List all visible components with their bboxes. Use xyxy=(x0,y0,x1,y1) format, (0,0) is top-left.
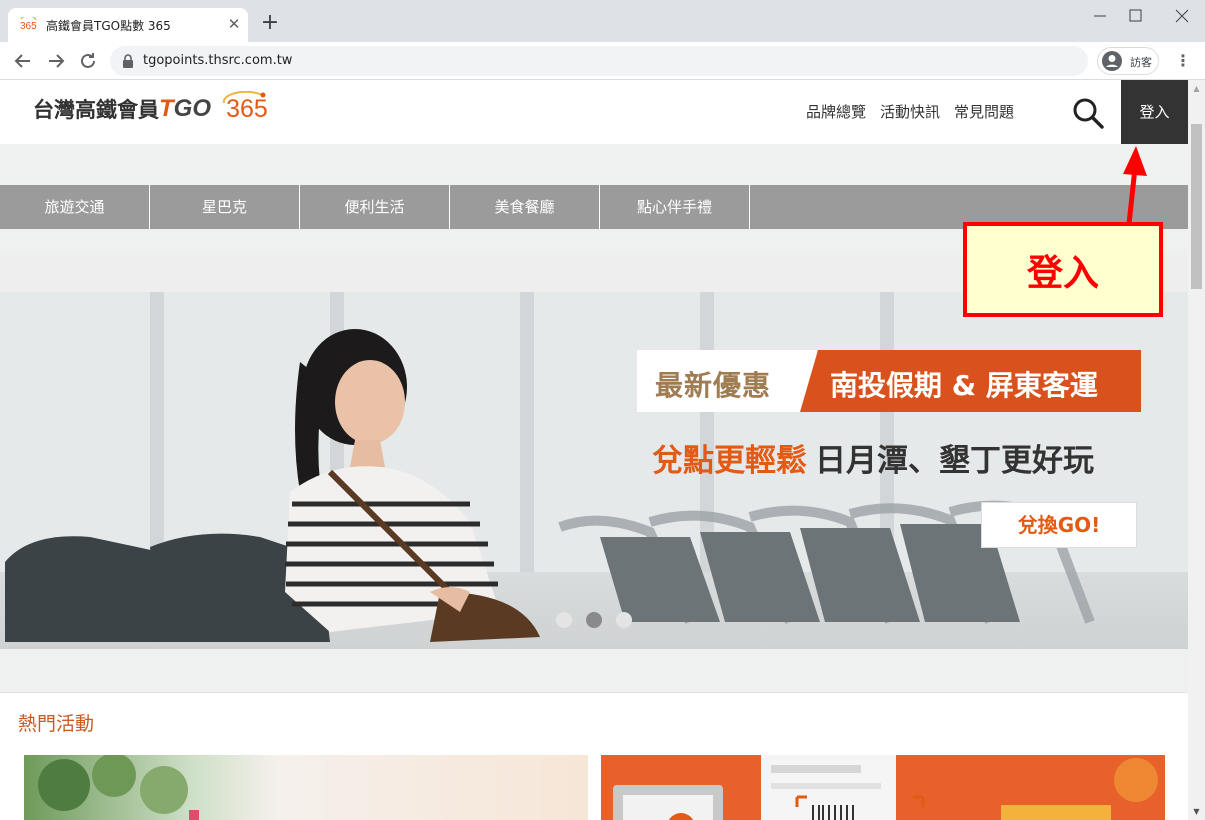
annotation-text: 登入 xyxy=(1026,253,1099,294)
logo-go-text: GO xyxy=(173,95,212,122)
promo-subtitle: 兌點更輕鬆 日月潭、墾丁更好玩 xyxy=(652,435,1094,480)
forward-arrow-icon[interactable] xyxy=(44,49,68,73)
login-button[interactable]: 登入 xyxy=(1121,80,1188,144)
page-viewport: 台灣高鐵會員TGO 365 品牌總覽 活動快訊 常見問題 登入 旅遊交通 星巴克 便… xyxy=(0,80,1205,820)
redeem-go-button[interactable]: 兌換GO! xyxy=(981,502,1137,548)
new-tab-icon[interactable]: + xyxy=(258,12,282,36)
top-nav: 品牌總覽 活動快訊 常見問題 xyxy=(806,101,1028,122)
close-window-icon[interactable] xyxy=(1162,4,1202,28)
nav-faq[interactable]: 常見問題 xyxy=(954,103,1014,121)
reload-icon[interactable] xyxy=(76,49,100,73)
nav-events[interactable]: 活動快訊 xyxy=(880,103,940,121)
url-text: tgopoints.thsrc.com.tw xyxy=(143,53,293,68)
promo-tag-text: 最新優惠 xyxy=(655,369,772,402)
activity-card[interactable] xyxy=(24,755,588,820)
guest-avatar-icon xyxy=(1102,51,1122,71)
back-arrow-icon[interactable] xyxy=(11,49,35,73)
favicon-text: 365 xyxy=(20,21,37,32)
carousel-dot-active[interactable] xyxy=(586,612,602,628)
promo-subtitle-rest: 日月潭、墾丁更好玩 xyxy=(815,443,1094,479)
tab-title: 高鐵會員TGO點數 365 xyxy=(46,19,171,33)
logo-swoosh-icon xyxy=(222,90,266,103)
scroll-up-arrow-icon[interactable]: ▲ xyxy=(1188,80,1205,97)
scrollbar-thumb[interactable] xyxy=(1191,124,1202,289)
promo-headline: 南投假期 & 屏東客運 xyxy=(800,350,1141,412)
site-favicon-icon: 365 xyxy=(20,17,37,32)
promo-tag: 最新優惠 xyxy=(637,350,817,412)
scroll-down-arrow-icon[interactable]: ▼ xyxy=(1188,803,1205,820)
category-travel[interactable]: 旅遊交通 xyxy=(0,185,150,229)
carousel-dot[interactable] xyxy=(616,612,632,628)
tab-close-icon[interactable]: ✕ xyxy=(224,14,244,34)
activity-card-image xyxy=(38,755,199,820)
category-restaurants[interactable]: 美食餐廳 xyxy=(450,185,600,229)
hot-activities-title: 熱門活動 xyxy=(18,713,95,735)
carousel-dot[interactable] xyxy=(556,612,572,628)
browser-toolbar: tgopoints.thsrc.com.tw 訪客 ⋮ xyxy=(0,42,1205,80)
activity-card[interactable] xyxy=(601,755,1165,820)
category-snacks-gifts[interactable]: 點心伴手禮 xyxy=(600,185,750,229)
search-icon[interactable] xyxy=(1070,95,1106,131)
promo-subtitle-highlight: 兌點更輕鬆 xyxy=(652,443,807,479)
profile-button[interactable]: 訪客 xyxy=(1097,47,1159,75)
hot-activities-section: 熱門活動 xyxy=(0,692,1188,820)
address-bar[interactable]: tgopoints.thsrc.com.tw xyxy=(110,46,1088,76)
site-header: 台灣高鐵會員TGO 365 品牌總覽 活動快訊 常見問題 登入 xyxy=(0,80,1188,144)
maximize-icon[interactable] xyxy=(1115,4,1155,28)
annotation-arrow-icon xyxy=(1123,146,1147,225)
activity-card-image xyxy=(613,755,1158,820)
logo-365-mark: 365 xyxy=(222,90,268,123)
browser-menu-icon[interactable]: ⋮ xyxy=(1173,51,1193,71)
category-starbucks[interactable]: 星巴克 xyxy=(150,185,300,229)
lock-icon xyxy=(123,54,133,68)
site-logo[interactable]: 台灣高鐵會員TGO 365 xyxy=(33,90,268,128)
browser-titlebar: 365 高鐵會員TGO點數 365 ✕ + xyxy=(0,0,1205,42)
profile-label: 訪客 xyxy=(1130,56,1152,69)
vertical-scrollbar[interactable]: ▲ ▼ xyxy=(1188,80,1205,820)
promo-headline-text: 南投假期 & 屏東客運 xyxy=(830,369,1098,402)
minimize-icon[interactable] xyxy=(1080,4,1120,28)
nav-brands[interactable]: 品牌總覽 xyxy=(806,103,866,121)
browser-tab[interactable]: 365 高鐵會員TGO點數 365 ✕ xyxy=(8,8,248,42)
login-annotation-callout: 登入 xyxy=(963,222,1163,317)
category-convenience[interactable]: 便利生活 xyxy=(300,185,450,229)
logo-chinese-text: 台灣高鐵會員 xyxy=(33,99,159,122)
logo-t-text: T xyxy=(159,95,174,122)
promo-banner[interactable]: 最新優惠 南投假期 & 屏東客運 兌點更輕鬆 日月潭、墾丁更好玩 兌換GO! xyxy=(0,292,1188,649)
